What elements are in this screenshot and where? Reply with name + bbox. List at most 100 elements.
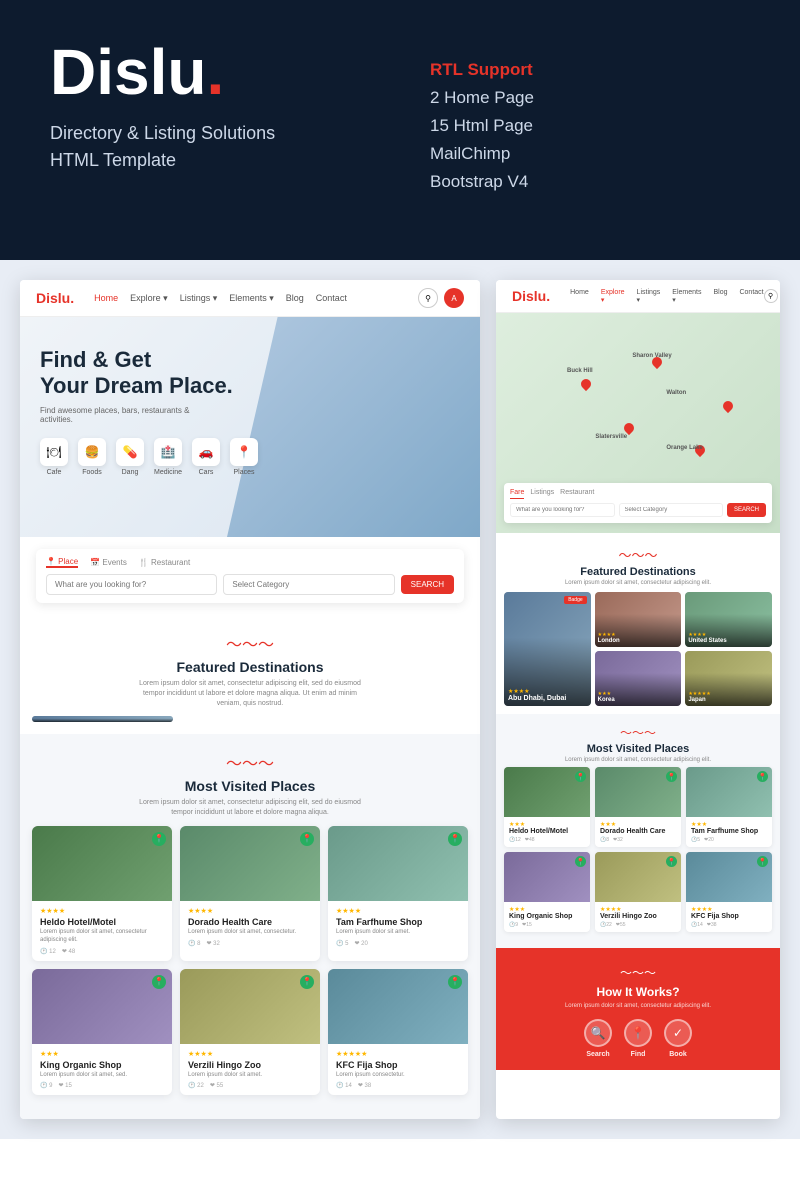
- map-section: Buck Hill Sharon Valley Walton Slatersvi…: [496, 313, 780, 533]
- place-card-1[interactable]: 📍 ★★★★ Dorado Health Care Lorem ipsum do…: [180, 826, 320, 961]
- right-pin-3: 📍: [575, 856, 586, 867]
- how-step-circle-0: 🔍: [584, 1019, 612, 1047]
- map-pin-5: [721, 399, 735, 413]
- featured-heading: Featured Destinations: [30, 659, 470, 675]
- how-step-1: 📍 Find: [624, 1019, 652, 1058]
- right-search-btn[interactable]: SEARCH: [727, 503, 766, 517]
- cat-cafe-icon: 🍽: [40, 438, 68, 466]
- right-dest-card-2[interactable]: ★★★★ United States: [685, 592, 772, 647]
- feature-homepage: 2 Home Page: [430, 88, 750, 108]
- brand-logo: Dislu.: [50, 40, 370, 104]
- search-tab-restaurant[interactable]: 🍴 Restaurant: [139, 557, 190, 568]
- nav-explore[interactable]: Explore ▾: [130, 293, 168, 304]
- right-featured-title: 〜〜〜 Featured Destinations Lorem ipsum do…: [496, 533, 780, 592]
- right-badge: Badge: [564, 596, 586, 604]
- right-pin-5: 📍: [757, 856, 768, 867]
- search-tab-events[interactable]: 📅 Events: [90, 557, 127, 568]
- feature-bootstrap: Bootstrap V4: [430, 172, 750, 192]
- right-nav-listings[interactable]: Listings ▾: [637, 289, 661, 304]
- nav-elements[interactable]: Elements ▾: [229, 293, 274, 304]
- right-featured-heading: Featured Destinations: [504, 566, 772, 578]
- search-category-input[interactable]: [223, 574, 394, 595]
- place-pin-2: 📍: [448, 832, 462, 846]
- nav-listings[interactable]: Listings ▾: [180, 293, 218, 304]
- map-background: Buck Hill Sharon Valley Walton Slatersvi…: [496, 313, 780, 533]
- right-pin-4: 📍: [666, 856, 677, 867]
- place-card-4[interactable]: 📍 ★★★★ Verzili Hingo Zoo Lorem ipsum dol…: [180, 969, 320, 1096]
- how-steps: 🔍 Search 📍 Find ✓ Book: [504, 1019, 772, 1058]
- map-pin-3: [622, 421, 636, 435]
- hero-subtitle: Find awesome places, bars, restaurants &…: [40, 406, 200, 424]
- feature-htmlpage: 15 Html Page: [430, 116, 750, 136]
- place-card-3[interactable]: 📍 ★★★ King Organic Shop Lorem ipsum dolo…: [32, 969, 172, 1096]
- place-pin-5: 📍: [448, 975, 462, 989]
- right-place-3[interactable]: 📍 ★★★ King Organic Shop 🕐9❤15: [504, 852, 590, 932]
- right-dest-card-3[interactable]: ★★★ Korea: [595, 651, 682, 706]
- search-keyword-input[interactable]: [46, 574, 217, 595]
- nav-buttons-left: ⚲ A: [418, 288, 464, 308]
- search-submit-btn[interactable]: SEARCH: [401, 575, 454, 594]
- right-place-2[interactable]: 📍 ★★★ Tam Farfhume Shop 🕐5❤20: [686, 767, 772, 847]
- visited-section: 〜〜〜 Most Visited Places Lorem ipsum dolo…: [20, 734, 480, 1119]
- how-step-circle-1: 📍: [624, 1019, 652, 1047]
- place-card-0[interactable]: 📍 ★★★★ Heldo Hotel/Motel Lorem ipsum dol…: [32, 826, 172, 961]
- place-name-1: Dorado Health Care: [188, 917, 312, 927]
- cat-cafe[interactable]: 🍽 Cafe: [40, 438, 68, 476]
- right-place-5[interactable]: 📍 ★★★★ KFC Fija Shop 🕐14❤38: [686, 852, 772, 932]
- search-tab-place[interactable]: 📍 Place: [46, 557, 78, 568]
- right-nav-elements[interactable]: Elements ▾: [672, 289, 701, 304]
- place-pin-1: 📍: [300, 832, 314, 846]
- logo-dot: .: [206, 36, 224, 108]
- search-tabs: 📍 Place 📅 Events 🍴 Restaurant: [46, 557, 454, 568]
- nav-home[interactable]: Home: [94, 293, 118, 304]
- cat-places[interactable]: 📍 Places: [230, 438, 258, 476]
- place-name-2: Tam Farfhume Shop: [336, 917, 460, 927]
- nav-user-btn[interactable]: A: [444, 288, 464, 308]
- right-dest-card-1[interactable]: ★★★★ London: [595, 592, 682, 647]
- category-icons: 🍽 Cafe 🍔 Foods 💊 Dang 🏥 Medicine 🚗: [40, 438, 460, 476]
- right-place-1[interactable]: 📍 ★★★ Dorado Health Care 🕐8❤32: [595, 767, 681, 847]
- logo-text: Dislu: [50, 36, 206, 108]
- right-visited-section: 〜〜〜 Most Visited Places Lorem ipsum dolo…: [496, 714, 780, 948]
- feature-rtl: RTL Support: [430, 60, 750, 80]
- places-grid: 📍 ★★★★ Heldo Hotel/Motel Lorem ipsum dol…: [20, 826, 480, 1107]
- right-nav-contact[interactable]: Contact: [739, 289, 763, 304]
- right-pin-2: 📍: [757, 771, 768, 782]
- right-dest-card-4[interactable]: ★★★★★ Japan: [685, 651, 772, 706]
- right-nav-home[interactable]: Home: [570, 289, 589, 304]
- cat-medicine[interactable]: 🏥 Medicine: [154, 438, 182, 476]
- right-nav-search-btn[interactable]: ⚲: [764, 289, 778, 303]
- how-it-works-section: 〜〜〜 How It Works? Lorem ipsum dolor sit …: [496, 948, 780, 1070]
- nav-buttons-right: ⚲ A: [764, 289, 780, 303]
- tagline: Directory & Listing SolutionsHTML Templa…: [50, 120, 370, 174]
- right-dest-card-0[interactable]: Badge ★★★★ Abu Dhabi, Dubai: [504, 592, 591, 706]
- visited-section-title: 〜〜〜 Most Visited Places Lorem ipsum dolo…: [20, 734, 480, 826]
- nav-blog[interactable]: Blog: [286, 293, 304, 304]
- place-pin-3: 📍: [152, 975, 166, 989]
- place-name-3: King Organic Shop: [40, 1060, 164, 1070]
- place-card-5[interactable]: 📍 ★★★★★ KFC Fija Shop Lorem ipsum consec…: [328, 969, 468, 1096]
- right-place-0[interactable]: 📍 ★★★ Heldo Hotel/Motel 🕐12❤48: [504, 767, 590, 847]
- right-pin-0: 📍: [575, 771, 586, 782]
- nav-items-right: Home Explore ▾ Listings ▾ Elements ▾ Blo…: [570, 289, 763, 304]
- dest-card-0[interactable]: Featured ★★★★ Abu Dhabi, Dubai 🏨 12 Hote…: [32, 716, 173, 722]
- left-navbar: Dislu. Home Explore ▾ Listings ▾ Element…: [20, 280, 480, 317]
- nav-search-btn[interactable]: ⚲: [418, 288, 438, 308]
- right-place-4[interactable]: 📍 ★★★★ Verzili Hingo Zoo 🕐22❤55: [595, 852, 681, 932]
- cat-cars[interactable]: 🚗 Cars: [192, 438, 220, 476]
- cat-foods[interactable]: 🍔 Foods: [78, 438, 106, 476]
- right-nav-blog[interactable]: Blog: [713, 289, 727, 304]
- left-preview: Dislu. Home Explore ▾ Listings ▾ Element…: [20, 280, 480, 1119]
- feature-mailchimp: MailChimp: [430, 144, 750, 164]
- nav-items-left: Home Explore ▾ Listings ▾ Elements ▾ Blo…: [94, 293, 418, 304]
- place-pin-4: 📍: [300, 975, 314, 989]
- right-nav-explore[interactable]: Explore ▾: [601, 289, 625, 304]
- visited-desc: Lorem ipsum dolor sit amet, consectetur …: [130, 798, 370, 818]
- how-step-0: 🔍 Search: [584, 1019, 612, 1058]
- featured-wave: 〜〜〜: [30, 631, 470, 655]
- cat-dang[interactable]: 💊 Dang: [116, 438, 144, 476]
- place-card-2[interactable]: 📍 ★★★★ Tam Farfhume Shop Lorem ipsum dol…: [328, 826, 468, 961]
- right-preview: Dislu. Home Explore ▾ Listings ▾ Element…: [496, 280, 780, 1119]
- nav-contact[interactable]: Contact: [316, 293, 347, 304]
- right-places-grid: 📍 ★★★ Heldo Hotel/Motel 🕐12❤48 📍 ★★★: [496, 767, 780, 940]
